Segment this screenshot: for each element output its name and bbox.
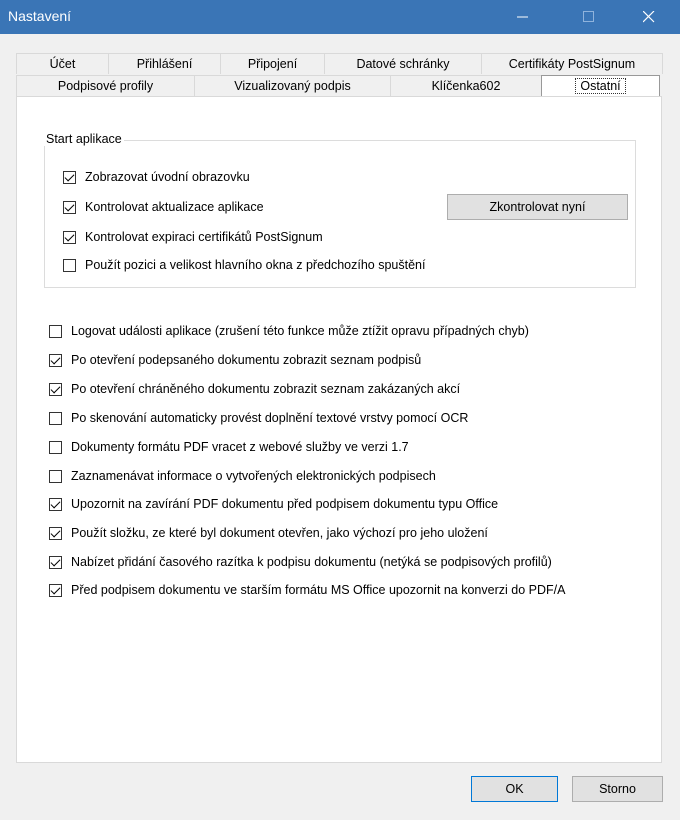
option-row[interactable]: Po skenování automaticky provést doplněn… xyxy=(49,411,468,425)
group-title: Start aplikace xyxy=(44,132,124,146)
checkbox-label: Dokumenty formátu PDF vracet z webové sl… xyxy=(71,440,409,454)
tab-ostatni[interactable]: Ostatní xyxy=(541,75,660,97)
checkbox-label: Nabízet přidání časového razítka k podpi… xyxy=(71,555,552,569)
checkbox-label: Použít složku, ze které byl dokument ote… xyxy=(71,526,488,540)
option-row[interactable]: Zaznamenávat informace o vytvořených ele… xyxy=(49,469,436,483)
checkbox-label: Logovat události aplikace (zrušení této … xyxy=(71,324,529,338)
tab-ucet[interactable]: Účet xyxy=(16,53,109,74)
tab-label: Vizualizovaný podpis xyxy=(234,79,351,93)
tab-label: Podpisové profily xyxy=(57,79,154,93)
tab-klicenka602[interactable]: Klíčenka602 xyxy=(390,75,542,96)
title-bar: Nastavení xyxy=(0,0,680,34)
checkbox-label: Kontrolovat aktualizace aplikace xyxy=(85,200,264,214)
tab-certifikaty-postsignum[interactable]: Certifikáty PostSignum xyxy=(481,53,663,74)
checkbox-box[interactable] xyxy=(49,555,62,569)
checkbox-label: Zaznamenávat informace o vytvořených ele… xyxy=(71,469,436,483)
option-row[interactable]: Upozornit na zavírání PDF dokumentu před… xyxy=(49,497,498,511)
check-now-button[interactable]: Zkontrolovat nyní xyxy=(447,194,628,220)
checkbox-kontrolovat-expiraci[interactable]: Kontrolovat expiraci certifikátů PostSig… xyxy=(63,230,323,244)
checkbox-label: Po skenování automaticky provést doplněn… xyxy=(71,411,469,425)
checkbox-box[interactable] xyxy=(49,353,62,367)
tab-pripojeni[interactable]: Připojení xyxy=(220,53,325,74)
minimize-button[interactable] xyxy=(500,0,546,34)
tab-label: Účet xyxy=(49,57,76,71)
checkbox-box[interactable] xyxy=(63,170,76,184)
tab-label: Připojení xyxy=(247,57,298,71)
window-title: Nastavení xyxy=(8,8,72,24)
checkbox-box[interactable] xyxy=(49,469,62,483)
tab-row-2: Podpisové profily Vizualizovaný podpis K… xyxy=(16,75,660,97)
checkbox-label: Kontrolovat expiraci certifikátů PostSig… xyxy=(85,230,323,244)
close-icon xyxy=(643,11,655,23)
option-row[interactable]: Logovat události aplikace (zrušení této … xyxy=(49,324,529,338)
checkbox-pouzit-pozici[interactable]: Použít pozici a velikost hlavního okna z… xyxy=(63,258,425,272)
checkbox-box[interactable] xyxy=(49,583,62,597)
tab-label: Klíčenka602 xyxy=(431,79,501,93)
tab-label: Datové schránky xyxy=(356,57,450,71)
tab-prihlaseni[interactable]: Přihlášení xyxy=(108,53,221,74)
tab-label: Přihlášení xyxy=(136,57,193,71)
close-button[interactable] xyxy=(626,0,672,34)
maximize-icon xyxy=(583,11,594,22)
option-row[interactable]: Použít složku, ze které byl dokument ote… xyxy=(49,526,488,540)
checkbox-label: Před podpisem dokumentu ve starším formá… xyxy=(71,583,566,597)
tab-podpisove-profily[interactable]: Podpisové profily xyxy=(16,75,195,96)
checkbox-box[interactable] xyxy=(63,258,76,272)
checkbox-kontrolovat-aktualizace[interactable]: Kontrolovat aktualizace aplikace xyxy=(63,200,264,214)
option-row[interactable]: Před podpisem dokumentu ve starším formá… xyxy=(49,583,565,597)
checkbox-label: Po otevření podepsaného dokumentu zobraz… xyxy=(71,353,422,367)
option-row[interactable]: Po otevření podepsaného dokumentu zobraz… xyxy=(49,353,421,367)
minimize-icon xyxy=(517,16,528,18)
tab-label: Ostatní xyxy=(575,78,626,94)
checkbox-box[interactable] xyxy=(49,411,62,425)
checkbox-box[interactable] xyxy=(49,440,62,454)
option-row[interactable]: Dokumenty formátu PDF vracet z webové sl… xyxy=(49,440,409,454)
checkbox-box[interactable] xyxy=(49,526,62,540)
checkbox-label: Upozornit na zavírání PDF dokumentu před… xyxy=(71,497,499,511)
tab-label: Certifikáty PostSignum xyxy=(508,57,636,71)
checkbox-label: Po otevření chráněného dokumentu zobrazi… xyxy=(71,382,461,396)
checkbox-box[interactable] xyxy=(49,497,62,511)
tab-panel-ostatni: Start aplikace Zobrazovat úvodní obrazov… xyxy=(16,96,662,763)
cancel-button[interactable]: Storno xyxy=(572,776,663,802)
checkbox-box[interactable] xyxy=(49,382,62,396)
tab-row-1: Účet Přihlášení Připojení Datové schránk… xyxy=(16,53,663,74)
option-row[interactable]: Po otevření chráněného dokumentu zobrazi… xyxy=(49,382,460,396)
maximize-button[interactable] xyxy=(566,0,612,34)
checkbox-label: Zobrazovat úvodní obrazovku xyxy=(85,170,250,184)
option-row[interactable]: Nabízet přidání časového razítka k podpi… xyxy=(49,555,552,569)
tab-vizualizovany-podpis[interactable]: Vizualizovaný podpis xyxy=(194,75,391,96)
checkbox-label: Použít pozici a velikost hlavního okna z… xyxy=(85,258,426,272)
tab-datove-schranky[interactable]: Datové schránky xyxy=(324,53,482,74)
checkbox-zobrazovat-uvodni-obrazovku[interactable]: Zobrazovat úvodní obrazovku xyxy=(63,170,250,184)
ok-button[interactable]: OK xyxy=(471,776,558,802)
checkbox-box[interactable] xyxy=(63,200,76,214)
checkbox-box[interactable] xyxy=(63,230,76,244)
checkbox-box[interactable] xyxy=(49,324,62,338)
